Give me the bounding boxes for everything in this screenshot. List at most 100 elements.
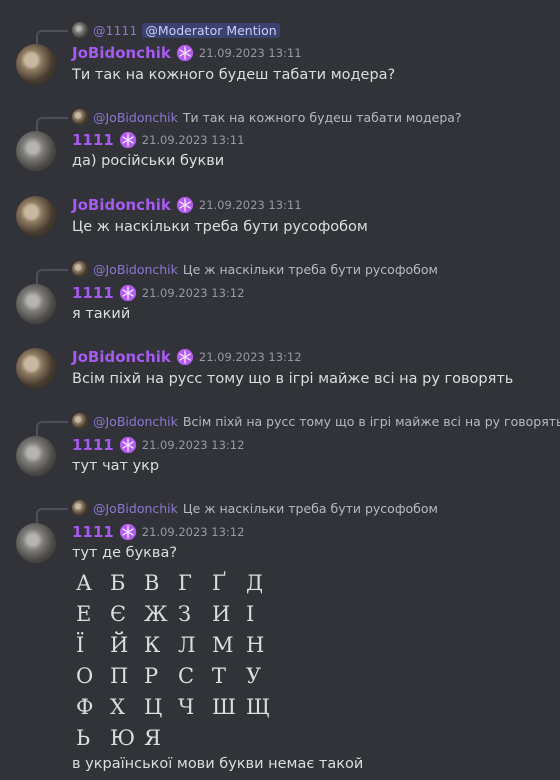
snowflake-badge-icon[interactable] xyxy=(176,196,194,214)
reply-text[interactable]: Всім піхй на русс тому що в ігрі майже в… xyxy=(183,414,560,429)
alphabet-letter: Б xyxy=(110,570,126,595)
username[interactable]: 1111 xyxy=(72,284,114,302)
alphabet-letter: Й xyxy=(110,632,129,657)
alphabet-letter: Н xyxy=(246,632,265,657)
avatar[interactable] xyxy=(16,131,56,171)
alphabet-letter: І xyxy=(246,601,255,626)
alphabet-letter: М xyxy=(212,632,234,657)
snowflake-badge-icon[interactable] xyxy=(119,131,137,149)
message-text: я такий xyxy=(72,306,131,322)
reply-author[interactable]: @JoBidonchik xyxy=(93,110,178,125)
alphabet-letter: А xyxy=(76,570,92,595)
reply-author[interactable]: @JoBidonchik xyxy=(93,262,178,277)
reply-preview[interactable]: @JoBidonchik Всім піхй на русс тому що в… xyxy=(36,412,560,436)
reply-spine xyxy=(36,269,68,284)
avatar[interactable] xyxy=(16,196,56,236)
snowflake-badge-icon[interactable] xyxy=(176,44,194,62)
message-header: JoBidonchik 21.09.2023 13:11 xyxy=(72,196,302,214)
timestamp: 21.09.2023 13:11 xyxy=(198,46,302,60)
message-header: 1111 21.09.2023 13:12 xyxy=(72,436,244,454)
username[interactable]: JoBidonchik xyxy=(72,44,171,62)
alphabet-letter: Ч xyxy=(178,694,195,719)
reply-avatar xyxy=(72,22,88,38)
username[interactable]: JoBidonchik xyxy=(72,348,171,366)
reply-spine xyxy=(36,30,68,45)
reply-avatar xyxy=(72,261,88,277)
username[interactable]: 1111 xyxy=(72,436,114,454)
alphabet-letter: Е xyxy=(76,601,92,626)
alphabet-letter: Х xyxy=(110,694,125,719)
alphabet-letter: Є xyxy=(110,601,127,626)
alphabet-letter: У xyxy=(246,663,262,688)
message-text: в української мови букви немає такой xyxy=(72,756,364,772)
alphabet-letter: Ґ xyxy=(212,570,227,595)
message-text: Ти так на кожного будеш табати модера? xyxy=(72,67,396,83)
reply-author[interactable]: @JoBidonchik xyxy=(93,414,178,429)
alphabet-letter: Я xyxy=(144,725,161,750)
alphabet-letter: Ж xyxy=(144,601,168,626)
message-header: JoBidonchik 21.09.2023 13:11 xyxy=(72,44,302,62)
alphabet-letter: Ь xyxy=(76,725,91,750)
timestamp: 21.09.2023 13:12 xyxy=(141,438,245,452)
alphabet-letter: Щ xyxy=(246,694,270,719)
alphabet-letter: Ш xyxy=(212,694,236,719)
snowflake-badge-icon[interactable] xyxy=(119,436,137,454)
reply-text[interactable]: Це ж наскільки треба бути русофобом xyxy=(183,501,438,516)
reply-spine xyxy=(36,508,68,523)
reply-preview[interactable]: @JoBidonchik Це ж наскільки треба бути р… xyxy=(36,499,438,523)
reply-preview[interactable]: @JoBidonchik Ти так на кожного будеш таб… xyxy=(36,108,462,132)
timestamp: 21.09.2023 13:12 xyxy=(198,350,302,364)
message-header: 1111 21.09.2023 13:12 xyxy=(72,523,244,541)
message-text: Всім піхй на русс тому що в ігрі майже в… xyxy=(72,371,514,387)
reply-author[interactable]: @1111 xyxy=(93,23,137,38)
username[interactable]: JoBidonchik xyxy=(72,196,171,214)
alphabet-letter: З xyxy=(178,601,192,626)
reply-spine xyxy=(36,421,68,436)
alphabet-letter: Ц xyxy=(144,694,163,719)
alphabet-letter: И xyxy=(212,601,231,626)
role-mention[interactable]: @Moderator Mention xyxy=(142,22,280,38)
message-text: тут де буква? xyxy=(72,545,178,561)
reply-preview[interactable]: @JoBidonchik Це ж наскільки треба бути р… xyxy=(36,260,438,284)
timestamp: 21.09.2023 13:12 xyxy=(141,286,245,300)
reply-avatar xyxy=(72,413,88,429)
alphabet-letter: Р xyxy=(144,663,159,688)
alphabet-letter: Л xyxy=(178,632,196,657)
avatar[interactable] xyxy=(16,523,56,563)
reply-avatar xyxy=(72,500,88,516)
alphabet-letter: Д xyxy=(246,570,264,595)
username[interactable]: 1111 xyxy=(72,131,114,149)
avatar[interactable] xyxy=(16,436,56,476)
alphabet-letter: П xyxy=(110,663,129,688)
reply-text[interactable]: Це ж наскільки треба бути русофобом xyxy=(183,262,438,277)
snowflake-badge-icon[interactable] xyxy=(119,523,137,541)
timestamp: 21.09.2023 13:12 xyxy=(141,525,245,539)
avatar[interactable] xyxy=(16,284,56,324)
alphabet-letter: В xyxy=(144,570,160,595)
avatar[interactable] xyxy=(16,44,56,84)
username[interactable]: 1111 xyxy=(72,523,114,541)
snowflake-badge-icon[interactable] xyxy=(119,284,137,302)
alphabet-letter: Ф xyxy=(76,694,94,719)
alphabet-letter: С xyxy=(178,663,195,688)
reply-preview[interactable]: @1111 @Moderator Mention xyxy=(36,21,280,45)
message-header: 1111 21.09.2023 13:11 xyxy=(72,131,244,149)
alphabet-letter: Т xyxy=(212,663,227,688)
message-text: да) російськи букви xyxy=(72,153,225,169)
message-text: тут чат укр xyxy=(72,458,160,474)
reply-avatar xyxy=(72,109,88,125)
alphabet-letter: Ї xyxy=(76,632,85,657)
avatar[interactable] xyxy=(16,348,56,388)
message-header: JoBidonchik 21.09.2023 13:12 xyxy=(72,348,302,366)
reply-author[interactable]: @JoBidonchik xyxy=(93,501,178,516)
message-header: 1111 21.09.2023 13:12 xyxy=(72,284,244,302)
message-text: Це ж наскільки треба бути русофобом xyxy=(72,219,368,235)
alphabet-letter: Ю xyxy=(110,725,136,750)
reply-spine xyxy=(36,117,68,132)
alphabet-grid: АБВГҐД ЕЄЖЗИІ ЇЙКЛМН ОПРСТУ ФХЦЧШЩ ЬЮЯ xyxy=(76,567,280,753)
snowflake-badge-icon[interactable] xyxy=(176,348,194,366)
timestamp: 21.09.2023 13:11 xyxy=(141,133,245,147)
alphabet-letter: Г xyxy=(178,570,192,595)
reply-text[interactable]: Ти так на кожного будеш табати модера? xyxy=(183,110,462,125)
timestamp: 21.09.2023 13:11 xyxy=(198,198,302,212)
